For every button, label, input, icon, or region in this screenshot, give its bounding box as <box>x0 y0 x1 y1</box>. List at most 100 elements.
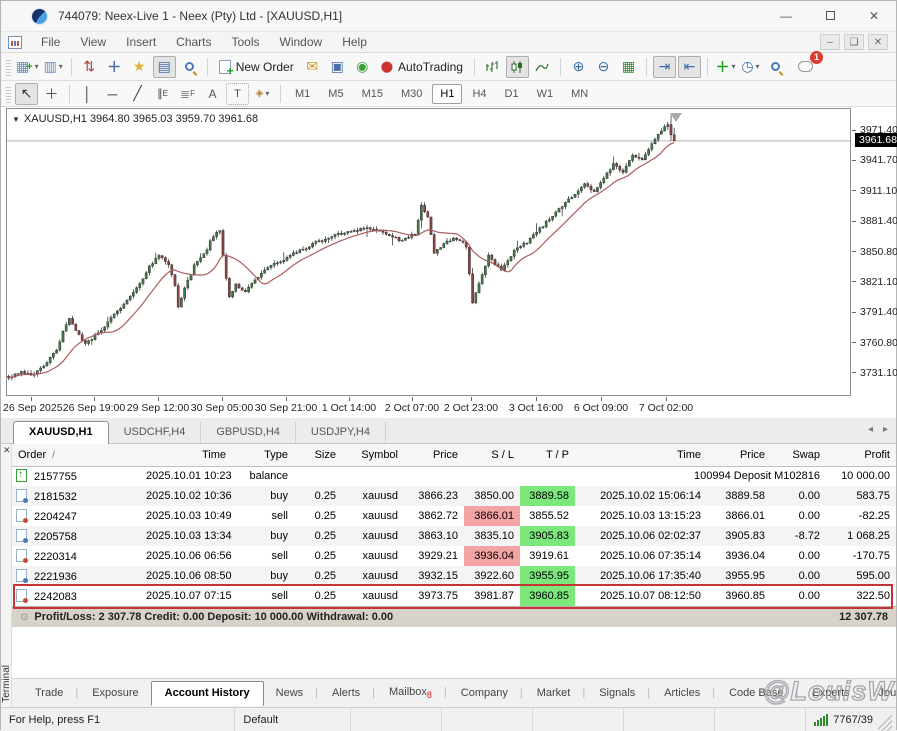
new-chart-button[interactable]: ▦+▾ <box>15 56 40 78</box>
column-header-tp[interactable]: T / P <box>520 444 575 466</box>
menu-charts[interactable]: Charts <box>166 35 221 49</box>
column-header-type[interactable]: Type <box>232 444 294 466</box>
chart-window-icon[interactable] <box>8 36 22 49</box>
text-tool-icon[interactable]: A <box>201 83 224 105</box>
zoom-out-icon[interactable]: ⊖ <box>592 56 615 78</box>
terminal-tab-mailbox[interactable]: Mailbox8| <box>382 682 454 704</box>
status-profile[interactable]: Default <box>235 708 350 731</box>
table-row[interactable]: 22219362025.10.06 08:50:53buy0.25xauusd3… <box>12 566 896 586</box>
new-order-button[interactable]: New Order <box>213 56 300 78</box>
column-header-symbol[interactable]: Symbol <box>342 444 404 466</box>
strategy-tester-icon[interactable] <box>178 56 201 78</box>
terminal-close-icon[interactable]: ✕ <box>3 445 11 456</box>
terminal-tab-code-base[interactable]: Code Base| <box>722 683 805 703</box>
mailbox-icon[interactable]: ✉ <box>301 56 324 78</box>
horizontal-line-tool-icon[interactable]: ─ <box>101 83 124 105</box>
close-button[interactable]: ✕ <box>852 9 896 23</box>
chart-tab-usdjpy-h4[interactable]: USDJPY,H4 <box>296 422 386 443</box>
column-header-size[interactable]: Size <box>294 444 342 466</box>
channel-tool-icon[interactable]: ∥E <box>151 83 174 105</box>
timeframe-mn[interactable]: MN <box>563 84 596 104</box>
menu-help[interactable]: Help <box>332 35 377 49</box>
column-header-time[interactable]: Time <box>575 444 707 466</box>
terminal-tab-experts[interactable]: Experts| <box>805 683 871 703</box>
column-header-price[interactable]: Price <box>707 444 771 466</box>
table-row[interactable]: 22057582025.10.03 13:34:57buy0.25xauusd3… <box>12 526 896 546</box>
timeframe-d1[interactable]: D1 <box>497 84 527 104</box>
toolbar-grip[interactable] <box>6 58 11 76</box>
mdi-minimize-button[interactable]: – <box>820 34 840 50</box>
tab-scroll-left[interactable]: ◂ <box>868 424 873 435</box>
tab-scroll-right[interactable]: ▸ <box>883 424 888 435</box>
table-header-row[interactable]: Order/TimeTypeSizeSymbolPriceS / LT / PT… <box>12 444 896 466</box>
chart-tab-usdchf-h4[interactable]: USDCHF,H4 <box>109 422 202 443</box>
search-icon[interactable] <box>764 56 787 78</box>
trendline-tool-icon[interactable]: ╱ <box>126 83 149 105</box>
shapes-tool-button[interactable]: ◈▾ <box>251 83 274 105</box>
column-header-profit[interactable]: Profit <box>826 444 896 466</box>
line-chart-mode-icon[interactable] <box>531 56 554 78</box>
menu-window[interactable]: Window <box>270 35 333 49</box>
timeframe-h4[interactable]: H4 <box>464 84 494 104</box>
menu-file[interactable]: File <box>31 35 70 49</box>
cursor-tool-icon[interactable]: ↖ <box>15 83 38 105</box>
metaeditor-icon[interactable]: ▣ <box>326 56 349 78</box>
terminal-tab-signals[interactable]: Signals| <box>592 683 657 703</box>
candlestick-mode-icon[interactable] <box>506 56 529 78</box>
column-header-price[interactable]: Price <box>404 444 464 466</box>
column-header-swap[interactable]: Swap <box>771 444 826 466</box>
notifications-icon[interactable]: 1 <box>794 56 817 78</box>
tile-windows-icon[interactable]: ▦ <box>617 56 640 78</box>
data-window-icon[interactable]: ＋ <box>103 56 126 78</box>
column-header-sl[interactable]: S / L <box>464 444 520 466</box>
zoom-in-icon[interactable]: ⊕ <box>567 56 590 78</box>
chart-tab-xauusd-h1[interactable]: XAUUSD,H1 <box>13 421 109 444</box>
terminal-tab-news[interactable]: News| <box>269 683 325 703</box>
timeframe-m30[interactable]: M30 <box>393 84 430 104</box>
autotrading-button[interactable]: ⬤ AutoTrading <box>375 56 469 78</box>
terminal-tab-market[interactable]: Market| <box>530 683 592 703</box>
terminal-tab-journal[interactable]: Journal <box>872 683 897 703</box>
chart-tab-gbpusd-h4[interactable]: GBPUSD,H4 <box>201 422 296 443</box>
signals-icon[interactable]: ◉ <box>351 56 374 78</box>
timeframe-w1[interactable]: W1 <box>529 84 562 104</box>
column-header-time[interactable]: Time <box>140 444 232 466</box>
navigator-icon[interactable]: ★ <box>128 56 151 78</box>
menu-view[interactable]: View <box>70 35 116 49</box>
timeframe-m1[interactable]: M1 <box>287 84 318 104</box>
mdi-restore-button[interactable]: ❏ <box>844 34 864 50</box>
toolbar-grip[interactable] <box>6 85 11 103</box>
chart-shift-icon[interactable]: ⇤ <box>678 56 701 78</box>
terminal-tab-trade[interactable]: Trade| <box>28 683 85 703</box>
column-header-order[interactable]: Order/ <box>12 444 140 466</box>
connection-status[interactable]: 7767/39 <box>806 708 896 731</box>
resize-grip[interactable] <box>878 708 892 731</box>
fibonacci-tool-icon[interactable]: ≣F <box>176 83 199 105</box>
table-row[interactable]: 22203142025.10.06 06:56:59sell0.25xauusd… <box>12 546 896 566</box>
mdi-close-button[interactable]: ✕ <box>868 34 888 50</box>
terminal-panel-icon[interactable]: ▤ <box>153 56 176 78</box>
table-row[interactable]: 22042472025.10.03 10:49:56sell0.25xauusd… <box>12 506 896 526</box>
menu-tools[interactable]: Tools <box>222 35 270 49</box>
market-watch-icon[interactable]: ⇅ <box>78 56 101 78</box>
chevron-down-icon[interactable]: ▼ <box>12 115 20 124</box>
periods-button[interactable]: ◷▾ <box>739 56 762 78</box>
terminal-tab-articles[interactable]: Articles| <box>657 683 722 703</box>
table-row[interactable]: 21815322025.10.02 10:36:46buy0.25xauusd3… <box>12 486 896 506</box>
vertical-line-tool-icon[interactable]: │ <box>76 83 99 105</box>
bar-chart-mode-icon[interactable] <box>481 56 504 78</box>
chart-plot[interactable]: ▼XAUUSD,H1 3964.80 3965.03 3959.70 3961.… <box>6 108 851 396</box>
terminal-tab-company[interactable]: Company| <box>454 683 530 703</box>
minimize-button[interactable]: — <box>764 9 808 23</box>
timeframe-m5[interactable]: M5 <box>320 84 351 104</box>
timeframe-h1[interactable]: H1 <box>432 84 462 104</box>
text-label-tool-icon[interactable]: T <box>226 83 249 105</box>
terminal-tab-alerts[interactable]: Alerts| <box>325 683 382 703</box>
menu-insert[interactable]: Insert <box>116 35 166 49</box>
indicators-button[interactable]: ＋▾ <box>714 56 737 78</box>
terminal-tab-exposure[interactable]: Exposure <box>85 683 145 703</box>
maximize-button[interactable] <box>808 9 852 23</box>
table-row[interactable]: 21577552025.10.01 10:23:32balance100994 … <box>12 466 896 486</box>
timeframe-m15[interactable]: M15 <box>354 84 391 104</box>
auto-scroll-icon[interactable]: ⇥ <box>653 56 676 78</box>
